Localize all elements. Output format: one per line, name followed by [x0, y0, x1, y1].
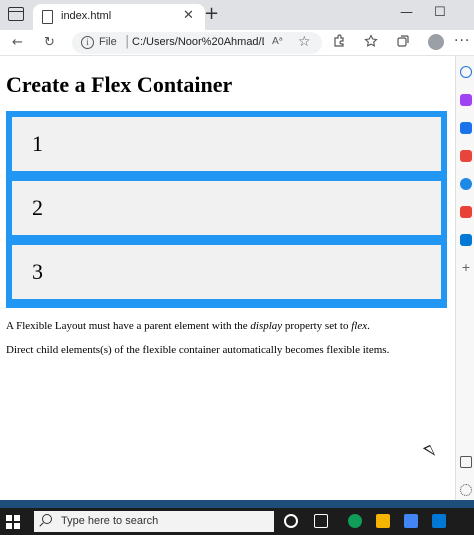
favorites-bar-icon[interactable]: [364, 34, 378, 54]
browser-toolbar: ← ↻ i File | C:/Users/Noor%20Ahmad/De...…: [0, 30, 474, 56]
favorite-icon[interactable]: ☆: [298, 34, 311, 50]
mail-icon[interactable]: [432, 514, 446, 528]
tab-index-html[interactable]: index.html ✕: [33, 4, 205, 30]
read-aloud-icon[interactable]: Aᵃ: [272, 36, 283, 47]
games-icon[interactable]: [460, 150, 472, 162]
address-bar[interactable]: i File | C:/Users/Noor%20Ahmad/De... Aᵃ …: [72, 32, 322, 54]
collections-icon[interactable]: [396, 34, 410, 54]
emphasis-flex: flex: [351, 320, 368, 332]
close-tab-icon[interactable]: ✕: [183, 7, 194, 25]
paragraph-text: property set to: [282, 320, 352, 332]
start-windows-icon[interactable]: [6, 515, 20, 529]
tab-bar: index.html ✕ + — ☐: [0, 0, 474, 30]
flex-item: 3: [12, 245, 441, 299]
tab-actions-icon[interactable]: [8, 7, 24, 21]
shopping-icon[interactable]: [460, 94, 472, 106]
more-menu-icon[interactable]: ···: [454, 33, 470, 49]
file-explorer-icon[interactable]: [376, 514, 390, 528]
people-icon[interactable]: [460, 178, 472, 190]
tab-title: index.html: [61, 10, 112, 22]
back-icon[interactable]: ←: [12, 34, 23, 52]
address-scheme: File: [99, 36, 117, 48]
paragraph-text: .: [367, 320, 370, 332]
add-sidebar-icon[interactable]: +: [460, 262, 472, 274]
emphasis-display: display: [250, 320, 283, 332]
tools-icon[interactable]: [460, 122, 472, 134]
profile-avatar[interactable]: [428, 34, 444, 50]
search-icon: [42, 514, 52, 524]
cortana-icon[interactable]: [284, 514, 298, 528]
task-view-icon[interactable]: [314, 514, 328, 528]
flex-container: 1 2 3: [6, 111, 447, 308]
page-heading: Create a Flex Container: [6, 72, 233, 97]
edge-sidebar: +: [455, 56, 474, 508]
new-tab-button[interactable]: +: [204, 4, 219, 24]
minimize-button[interactable]: —: [400, 5, 413, 21]
file-icon: [42, 10, 53, 24]
settings-gear-icon[interactable]: [460, 484, 472, 496]
edge-app-icon[interactable]: [348, 514, 362, 528]
office-icon[interactable]: [460, 206, 472, 218]
paragraph-display-flex: A Flexible Layout must have a parent ele…: [6, 320, 370, 332]
paragraph-text: A Flexible Layout must have a parent ele…: [6, 320, 251, 332]
sidebar-layout-icon[interactable]: [460, 456, 472, 468]
maximize-button[interactable]: ☐: [434, 5, 446, 21]
flex-item: 1: [12, 117, 441, 171]
address-url[interactable]: C:/Users/Noor%20Ahmad/De...: [132, 36, 264, 48]
search-sidebar-icon[interactable]: [460, 66, 472, 78]
info-icon[interactable]: i: [81, 36, 94, 49]
page-content: Create a Flex Container 1 2 3 A Flexible…: [0, 56, 455, 508]
windows-taskbar: Type here to search: [0, 508, 474, 535]
taskbar-search-box[interactable]: Type here to search: [34, 511, 274, 532]
store-icon[interactable]: [404, 514, 418, 528]
address-separator: |: [125, 34, 130, 49]
outlook-icon[interactable]: [460, 234, 472, 246]
refresh-icon[interactable]: ↻: [44, 34, 55, 52]
extensions-icon[interactable]: [332, 34, 346, 54]
taskbar-search-placeholder: Type here to search: [61, 515, 159, 527]
flex-item: 2: [12, 181, 441, 235]
paragraph-flex-items: Direct child elements(s) of the flexible…: [6, 344, 390, 356]
